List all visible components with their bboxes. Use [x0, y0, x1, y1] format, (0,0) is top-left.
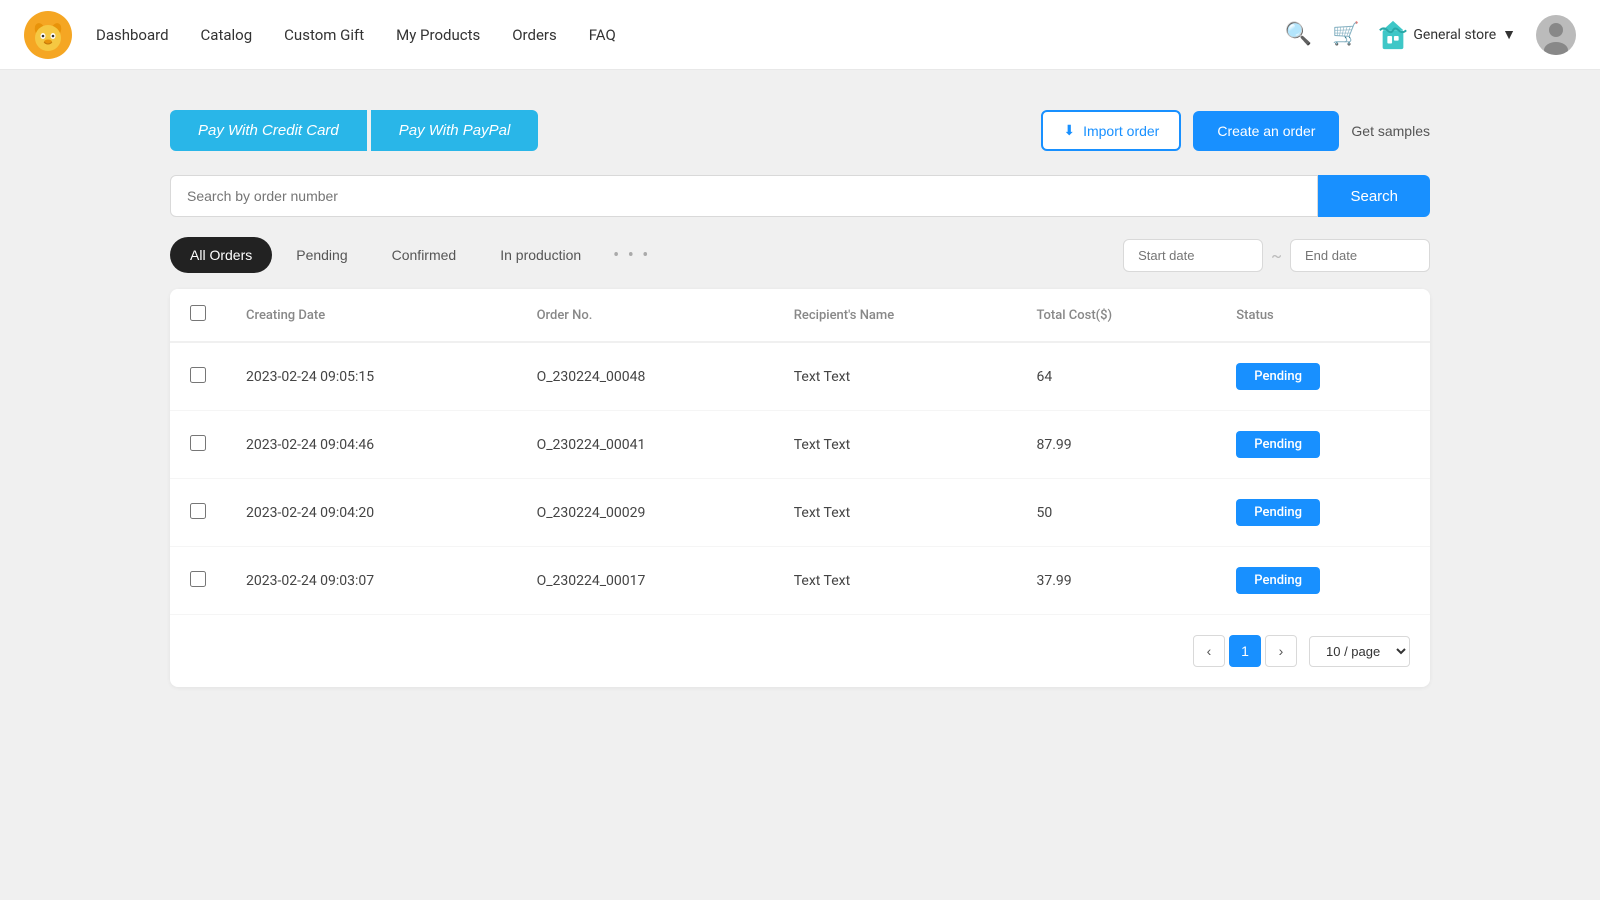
payment-buttons: Pay With Credit Card Pay With PayPal — [170, 110, 538, 151]
row-recipient-3: Text Text — [774, 547, 1017, 615]
date-separator: ~ — [1271, 246, 1282, 265]
col-status: Status — [1216, 289, 1430, 342]
pagination: ‹ 1 › 10 / page 20 / page 50 / page — [170, 615, 1430, 687]
page-size-selector[interactable]: 10 / page 20 / page 50 / page — [1309, 636, 1410, 667]
search-button[interactable]: Search — [1318, 175, 1430, 217]
top-actions: Pay With Credit Card Pay With PayPal ⬇ I… — [170, 110, 1430, 151]
get-samples-button[interactable]: Get samples — [1351, 123, 1430, 139]
next-page-button[interactable]: › — [1265, 635, 1297, 667]
filter-tabs: All Orders Pending Confirmed In producti… — [170, 237, 1430, 273]
start-date-input[interactable] — [1123, 239, 1263, 272]
nav-link-dashboard[interactable]: Dashboard — [96, 26, 169, 44]
table-row: 2023-02-24 09:04:20 O_230224_00029 Text … — [170, 479, 1430, 547]
import-icon: ⬇ — [1063, 122, 1075, 139]
row-checkbox-1[interactable] — [190, 435, 206, 451]
right-actions: ⬇ Import order Create an order Get sampl… — [1041, 110, 1430, 151]
col-order-no: Order No. — [517, 289, 774, 342]
row-recipient-1: Text Text — [774, 411, 1017, 479]
pay-credit-card-button[interactable]: Pay With Credit Card — [170, 110, 367, 151]
status-badge-0: Pending — [1236, 363, 1320, 390]
row-date-2: 2023-02-24 09:04:20 — [226, 479, 517, 547]
row-total-2: 50 — [1016, 479, 1216, 547]
table-row: 2023-02-24 09:05:15 O_230224_00048 Text … — [170, 342, 1430, 411]
col-recipient-name: Recipient's Name — [774, 289, 1017, 342]
nav-link-orders[interactable]: Orders — [512, 26, 557, 44]
row-total-3: 37.99 — [1016, 547, 1216, 615]
row-checkbox-3[interactable] — [190, 571, 206, 587]
row-status-1: Pending — [1216, 411, 1430, 479]
status-badge-3: Pending — [1236, 567, 1320, 594]
status-badge-1: Pending — [1236, 431, 1320, 458]
row-status-3: Pending — [1216, 547, 1430, 615]
avatar[interactable] — [1536, 15, 1576, 55]
row-order-no-1: O_230224_00041 — [517, 411, 774, 479]
import-order-button[interactable]: ⬇ Import order — [1041, 110, 1181, 151]
store-selector[interactable]: General store ▼ — [1379, 19, 1516, 51]
col-creating-date: Creating Date — [226, 289, 517, 342]
tab-confirmed[interactable]: Confirmed — [372, 237, 477, 273]
create-order-button[interactable]: Create an order — [1193, 111, 1339, 151]
row-order-no-0: O_230224_00048 — [517, 342, 774, 411]
row-order-no-3: O_230224_00017 — [517, 547, 774, 615]
pay-paypal-button[interactable]: Pay With PayPal — [371, 110, 539, 151]
row-status-2: Pending — [1216, 479, 1430, 547]
col-total-cost: Total Cost($) — [1016, 289, 1216, 342]
page-1-button[interactable]: 1 — [1229, 635, 1261, 667]
end-date-input[interactable] — [1290, 239, 1430, 272]
cart-icon[interactable]: 🛒 — [1332, 22, 1359, 47]
orders-table: Creating Date Order No. Recipient's Name… — [170, 289, 1430, 615]
row-date-1: 2023-02-24 09:04:46 — [226, 411, 517, 479]
table-header-row: Creating Date Order No. Recipient's Name… — [170, 289, 1430, 342]
main-content: Pay With Credit Card Pay With PayPal ⬇ I… — [150, 70, 1450, 727]
row-date-3: 2023-02-24 09:03:07 — [226, 547, 517, 615]
tab-in-production[interactable]: In production — [480, 237, 601, 273]
row-recipient-0: Text Text — [774, 342, 1017, 411]
search-bar: Search — [170, 175, 1430, 217]
tab-all-orders[interactable]: All Orders — [170, 237, 272, 273]
navbar: Dashboard Catalog Custom Gift My Product… — [0, 0, 1600, 70]
row-checkbox-cell-0 — [170, 342, 226, 411]
date-range: ~ — [1123, 239, 1430, 272]
nav-link-faq[interactable]: FAQ — [589, 26, 616, 44]
orders-table-body: 2023-02-24 09:05:15 O_230224_00048 Text … — [170, 342, 1430, 615]
row-recipient-2: Text Text — [774, 479, 1017, 547]
table-row: 2023-02-24 09:03:07 O_230224_00017 Text … — [170, 547, 1430, 615]
row-order-no-2: O_230224_00029 — [517, 479, 774, 547]
nav-link-my-products[interactable]: My Products — [396, 26, 480, 44]
row-checkbox-cell-1 — [170, 411, 226, 479]
prev-page-button[interactable]: ‹ — [1193, 635, 1225, 667]
row-total-1: 87.99 — [1016, 411, 1216, 479]
row-checkbox-cell-3 — [170, 547, 226, 615]
nav-link-custom-gift[interactable]: Custom Gift — [284, 26, 364, 44]
nav-link-catalog[interactable]: Catalog — [201, 26, 253, 44]
row-status-0: Pending — [1216, 342, 1430, 411]
more-tabs-icon[interactable]: • • • — [605, 245, 658, 266]
row-checkbox-0[interactable] — [190, 367, 206, 383]
nav-right: 🔍 🛒 General store ▼ — [1285, 15, 1576, 55]
tab-pending[interactable]: Pending — [276, 237, 367, 273]
nav-links: Dashboard Catalog Custom Gift My Product… — [96, 26, 1285, 44]
select-all-header — [170, 289, 226, 342]
status-badge-2: Pending — [1236, 499, 1320, 526]
row-total-0: 64 — [1016, 342, 1216, 411]
row-date-0: 2023-02-24 09:05:15 — [226, 342, 517, 411]
store-name: General store — [1413, 27, 1496, 43]
table-row: 2023-02-24 09:04:46 O_230224_00041 Text … — [170, 411, 1430, 479]
row-checkbox-2[interactable] — [190, 503, 206, 519]
select-all-checkbox[interactable] — [190, 305, 206, 321]
orders-table-container: Creating Date Order No. Recipient's Name… — [170, 289, 1430, 687]
search-icon[interactable]: 🔍 — [1285, 22, 1312, 47]
logo[interactable] — [24, 11, 72, 59]
row-checkbox-cell-2 — [170, 479, 226, 547]
search-input[interactable] — [170, 175, 1318, 217]
store-chevron-icon: ▼ — [1502, 26, 1516, 43]
